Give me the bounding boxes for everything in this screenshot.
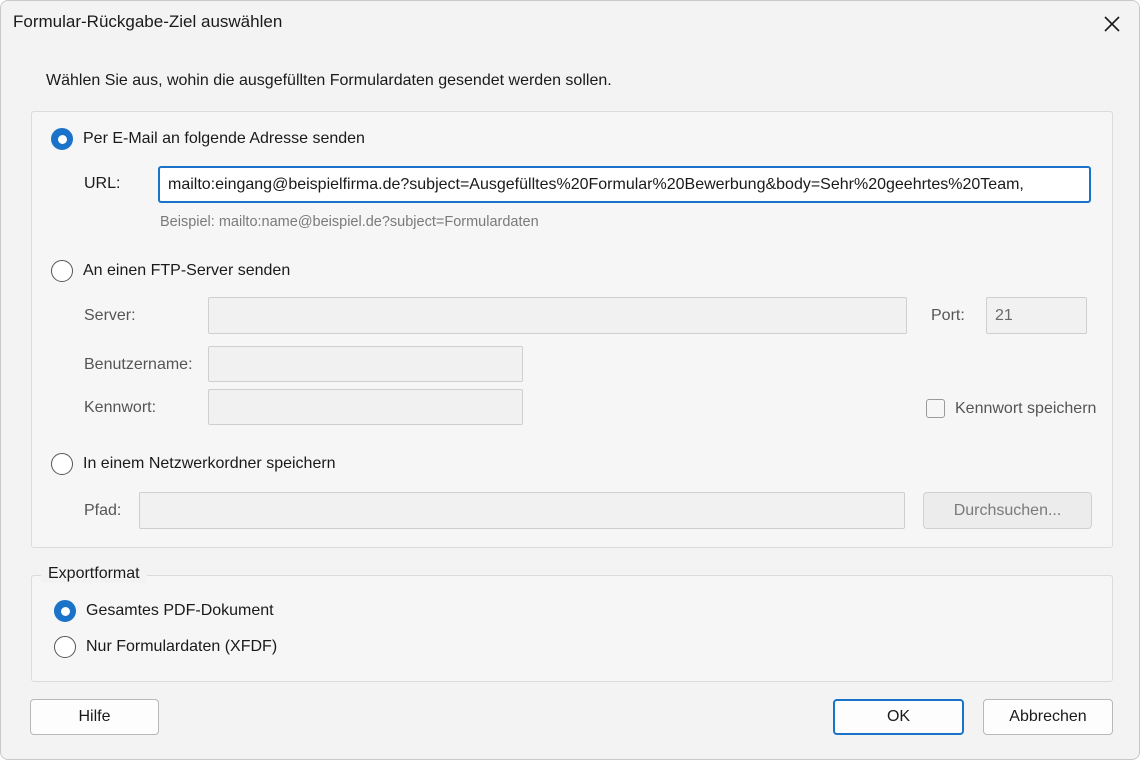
radio-export-xfdf-label: Nur Formulardaten (XFDF) bbox=[86, 638, 278, 655]
server-label: Server: bbox=[84, 307, 136, 324]
radio-export-xfdf[interactable]: Nur Formulardaten (XFDF) bbox=[54, 636, 277, 658]
url-example-hint: Beispiel: mailto:name@beispiel.de?subjec… bbox=[160, 214, 539, 230]
radio-export-pdf-label: Gesamtes PDF-Dokument bbox=[86, 602, 274, 619]
radio-export-pdf[interactable]: Gesamtes PDF-Dokument bbox=[54, 600, 274, 622]
radio-email-label: Per E-Mail an folgende Adresse senden bbox=[83, 130, 365, 147]
radio-network-indicator[interactable] bbox=[51, 453, 73, 475]
radio-email[interactable]: Per E-Mail an folgende Adresse senden bbox=[51, 128, 365, 150]
close-icon bbox=[1104, 16, 1120, 32]
export-format-group bbox=[31, 575, 1113, 682]
password-input[interactable] bbox=[208, 389, 523, 425]
radio-ftp[interactable]: An einen FTP-Server senden bbox=[51, 260, 290, 282]
save-password-label: Kennwort speichern bbox=[955, 399, 1097, 417]
radio-ftp-indicator[interactable] bbox=[51, 260, 73, 282]
cancel-button[interactable]: Abbrechen bbox=[983, 699, 1113, 735]
radio-export-xfdf-indicator[interactable] bbox=[54, 636, 76, 658]
dialog-title: Formular-Rückgabe-Ziel auswählen bbox=[13, 12, 283, 31]
title-bar: Formular-Rückgabe-Ziel auswählen bbox=[1, 1, 1139, 47]
username-input[interactable] bbox=[208, 346, 523, 382]
ok-button[interactable]: OK bbox=[833, 699, 964, 735]
username-label: Benutzername: bbox=[84, 356, 193, 373]
path-input[interactable] bbox=[139, 492, 905, 529]
port-label: Port: bbox=[931, 307, 965, 324]
help-button[interactable]: Hilfe bbox=[30, 699, 159, 735]
save-password-checkbox[interactable] bbox=[926, 399, 945, 418]
dialog-window: Formular-Rückgabe-Ziel auswählen Wählen … bbox=[0, 0, 1140, 760]
port-input[interactable]: 21 bbox=[986, 297, 1087, 334]
export-format-legend: Exportformat bbox=[41, 565, 147, 583]
url-label: URL: bbox=[84, 175, 121, 192]
radio-network[interactable]: In einem Netzwerkordner speichern bbox=[51, 453, 336, 475]
save-password-checkbox-row[interactable]: Kennwort speichern bbox=[926, 399, 1096, 418]
radio-export-pdf-indicator[interactable] bbox=[54, 600, 76, 622]
radio-network-label: In einem Netzwerkordner speichern bbox=[83, 455, 336, 472]
server-input[interactable] bbox=[208, 297, 907, 334]
password-label: Kennwort: bbox=[84, 399, 157, 416]
browse-button[interactable]: Durchsuchen... bbox=[923, 492, 1092, 529]
intro-text: Wählen Sie aus, wohin die ausgefüllten F… bbox=[46, 72, 612, 89]
radio-ftp-label: An einen FTP-Server senden bbox=[83, 262, 291, 279]
url-input[interactable]: mailto:eingang@beispielfirma.de?subject=… bbox=[158, 166, 1091, 203]
path-label: Pfad: bbox=[84, 502, 122, 519]
close-button[interactable] bbox=[1095, 7, 1129, 41]
radio-email-indicator[interactable] bbox=[51, 128, 73, 150]
